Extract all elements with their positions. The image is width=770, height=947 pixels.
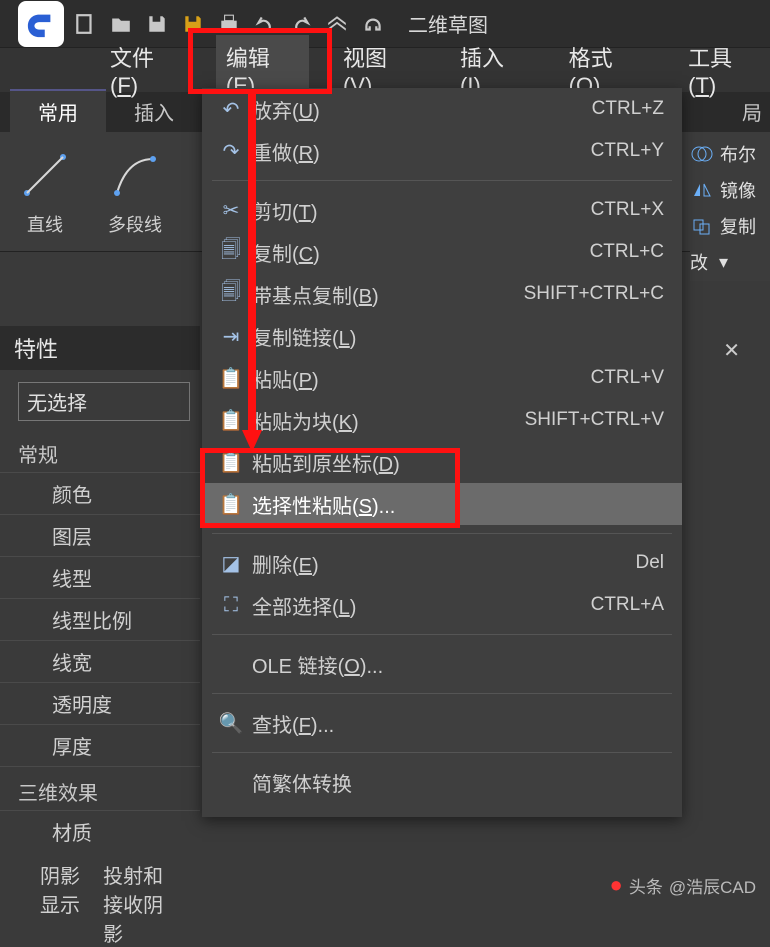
ribbon-right-column: 布尔 镜像 复制 改 ▾ [690,135,770,281]
menu-delete[interactable]: ◪ 删除(E) Del [202,542,682,584]
prop-ltscale[interactable]: 线型比例 [0,598,200,640]
search-icon: 🔍 [214,711,248,736]
properties-panel: 特性 无选择 常规 颜色 图层 线型 线型比例 线宽 透明度 厚度 三维效果 材… [0,326,200,947]
ribbon-tab-layout-clipped[interactable]: 局 [734,91,770,132]
undo-icon: ↶ [214,97,248,122]
clipboard-special-icon: 📋 [214,492,248,517]
drawing-close-icon[interactable]: ✕ [723,338,740,363]
selection-dropdown[interactable]: 无选择 [18,382,190,421]
group-3d: 三维效果 [0,773,200,810]
open-icon[interactable] [110,13,132,35]
tool-line-label: 直线 [27,211,63,237]
group-general: 常规 [0,435,200,472]
watermark: ● 头条 @浩辰CAD [610,872,756,898]
menu-redo[interactable]: ↷ 重做(R) CTRL+Y [202,130,682,172]
redo-icon: ↷ [214,139,248,164]
menu-traditional-convert[interactable]: 简繁体转换 [202,761,682,803]
menu-cut[interactable]: ✂ 剪切(T) CTRL+X [202,189,682,231]
ribbon-tab-insert[interactable]: 插入 [106,91,202,132]
undo-icon[interactable] [254,13,276,35]
prop-transparency[interactable]: 透明度 [0,682,200,724]
prop-shadow-label: 阴影显示 [40,860,85,947]
copy-base-icon: 🗐 [214,277,248,311]
edit-menu-dropdown: ↶ 放弃(U) CTRL+Z ↷ 重做(R) CTRL+Y ✂ 剪切(T) CT… [202,88,682,817]
menu-copy-link[interactable]: ⇥ 复制链接(L) [202,315,682,357]
menu-paste-special[interactable]: 📋 选择性粘贴(S)... [202,483,682,525]
redo-icon[interactable] [290,13,312,35]
quick-access-toolbar [74,13,384,35]
prop-linetype[interactable]: 线型 [0,556,200,598]
copy-icon: 🗐 [214,235,248,269]
clipboard-origin-icon: 📋 [214,450,248,475]
menu-find[interactable]: 🔍 查找(F)... [202,702,682,744]
save-icon[interactable] [146,13,168,35]
app-logo [18,1,64,47]
prop-material[interactable]: 材质 [0,810,200,852]
print-icon[interactable] [218,13,240,35]
tool-modify[interactable]: 改 ▾ [690,249,728,275]
prop-lineweight[interactable]: 线宽 [0,640,200,682]
saveas-icon[interactable] [182,13,204,35]
prop-color[interactable]: 颜色 [0,472,200,514]
menu-paste-origin[interactable]: 📋 粘贴到原坐标(D) [202,441,682,483]
tool-copy[interactable]: 复制 [690,213,756,239]
menu-bar: 文件(F) 编辑(E) 视图(V) 插入(I) 格式(O) 工具(T) [0,48,770,92]
select-all-icon: ⛶ [214,594,248,617]
menu-copy-base[interactable]: 🗐 带基点复制(B) SHIFT+CTRL+C [202,273,682,315]
menu-ole-link[interactable]: OLE 链接(O)... [202,643,682,685]
menu-undo[interactable]: ↶ 放弃(U) CTRL+Z [202,88,682,130]
tool-line[interactable]: 直线 [0,147,90,237]
clipboard-block-icon: 📋 [214,408,248,433]
prop-thickness[interactable]: 厚度 [0,724,200,767]
menu-select-all[interactable]: ⛶ 全部选择(L) CTRL+A [202,584,682,626]
clipboard-icon: 📋 [214,366,248,391]
eraser-icon: ◪ [214,551,248,576]
headset-icon[interactable] [362,13,384,35]
new-icon[interactable] [74,13,96,35]
menu-copy[interactable]: 🗐 复制(C) CTRL+C [202,231,682,273]
scissors-icon: ✂ [214,198,248,223]
menu-paste-block[interactable]: 📋 粘贴为块(K) SHIFT+CTRL+V [202,399,682,441]
prop-shadow-value[interactable]: 投射和接收阴影 [103,860,182,947]
tool-mirror[interactable]: 镜像 [690,177,756,203]
prop-layer[interactable]: 图层 [0,514,200,556]
copy-link-icon: ⇥ [214,324,248,349]
tool-polyline-label: 多段线 [108,211,162,237]
properties-title: 特性 [0,326,200,370]
menu-paste[interactable]: 📋 粘贴(P) CTRL+V [202,357,682,399]
cloud-icon[interactable] [326,13,348,35]
ribbon-tab-home[interactable]: 常用 [10,89,106,132]
workspace-name[interactable]: 二维草图 [408,9,488,38]
tool-boolean[interactable]: 布尔 [690,141,756,167]
tool-polyline[interactable]: 多段线 [90,147,180,237]
